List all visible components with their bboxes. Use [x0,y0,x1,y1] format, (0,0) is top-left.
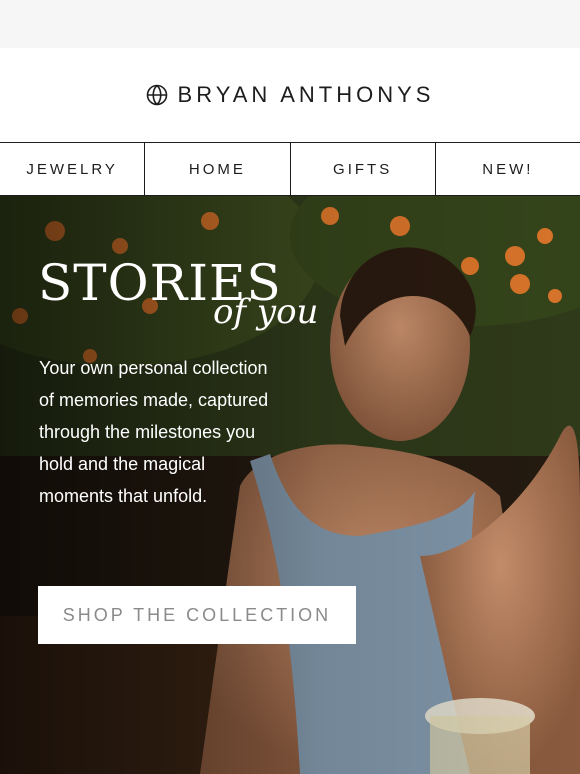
nav-item-home[interactable]: HOME [145,143,291,195]
brand-name: BRYAN ANTHONYS [177,82,435,107]
nav-item-new[interactable]: NEW! [436,143,580,195]
hero-headline-script: of you [213,292,319,332]
top-spacer-bar [0,0,580,48]
hero-body-text: Your own personal collection of memories… [39,358,269,506]
main-nav: JEWELRY HOME GIFTS NEW! [0,142,580,196]
globe-icon [146,84,167,106]
hero-content: STORIES of you Your own personal collect… [0,196,580,774]
brand-header[interactable]: BRYAN ANTHONYS [0,48,580,142]
nav-item-gifts[interactable]: GIFTS [291,143,436,195]
shop-collection-button[interactable]: SHOP THE COLLECTION [38,586,356,644]
hero-banner[interactable]: STORIES of you Your own personal collect… [0,196,580,774]
nav-item-jewelry[interactable]: JEWELRY [0,143,146,195]
